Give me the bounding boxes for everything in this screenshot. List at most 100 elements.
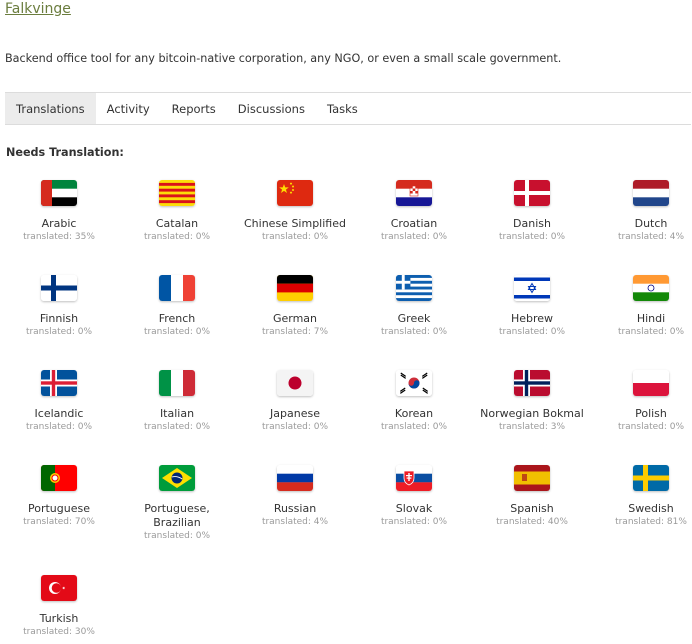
translation-progress: translated: 0% (25, 422, 93, 432)
language-card[interactable]: German translated: 7% (236, 275, 354, 338)
translation-progress: translated: 0% (143, 327, 211, 337)
translation-progress: translated: 0% (143, 422, 211, 432)
language-card[interactable]: Slovak translated: 0% (355, 465, 473, 528)
translation-progress: translated: 30% (23, 627, 95, 637)
slovakia-flag-icon (396, 465, 432, 491)
translation-progress: translated: 0% (617, 327, 685, 337)
language-name: Polish (635, 407, 667, 420)
iceland-flag-icon (41, 370, 77, 396)
language-name: Arabic (41, 217, 77, 230)
china-flag-icon (277, 180, 313, 206)
language-name: Croatian (390, 217, 438, 230)
language-card[interactable]: Greek translated: 0% (355, 275, 473, 338)
language-card[interactable]: Norwegian Bokmal translated: 3% (473, 370, 591, 433)
translation-progress: translated: 0% (380, 422, 448, 432)
language-name: Slovak (395, 502, 433, 515)
language-card[interactable]: Turkish translated: 30% (0, 575, 118, 638)
translation-progress: translated: 0% (617, 422, 685, 432)
translation-progress: translated: 40% (496, 517, 568, 527)
language-card[interactable]: Croatian translated: 0% (355, 180, 473, 243)
language-card[interactable]: Spanish translated: 40% (473, 465, 591, 528)
language-name: Chinese Simplified (244, 217, 346, 230)
language-grid: Arabic translated: 35% Catalan translated: … (0, 0, 692, 644)
language-card[interactable]: Polish translated: 0% (592, 370, 692, 433)
turkey-flag-icon (41, 575, 77, 601)
language-name: Japanese (270, 407, 320, 420)
language-card[interactable]: Russian translated: 4% (236, 465, 354, 528)
translation-progress: translated: 0% (380, 517, 448, 527)
translation-progress: translated: 81% (615, 517, 687, 527)
greece-flag-icon (396, 275, 432, 301)
germany-flag-icon (277, 275, 313, 301)
language-card[interactable]: Icelandic translated: 0% (0, 370, 118, 433)
translation-progress: translated: 0% (261, 232, 329, 242)
language-name: German (272, 312, 318, 325)
language-card[interactable]: Dutch translated: 4% (592, 180, 692, 243)
translation-progress: translated: 0% (261, 422, 329, 432)
translation-progress: translated: 4% (617, 232, 685, 242)
language-card[interactable]: Catalan translated: 0% (118, 180, 236, 243)
language-card[interactable]: Arabic translated: 35% (0, 180, 118, 243)
language-card[interactable]: Hebrew translated: 0% (473, 275, 591, 338)
translation-progress: translated: 0% (143, 531, 211, 541)
norway-flag-icon (514, 370, 550, 396)
france-flag-icon (159, 275, 195, 301)
language-card[interactable]: Italian translated: 0% (118, 370, 236, 433)
language-name: Turkish (39, 612, 79, 625)
language-card[interactable]: Finnish translated: 0% (0, 275, 118, 338)
language-card[interactable]: Chinese Simplified translated: 0% (236, 180, 354, 243)
sweden-flag-icon (633, 465, 669, 491)
translation-progress: translated: 0% (380, 232, 448, 242)
language-card[interactable]: French translated: 0% (118, 275, 236, 338)
language-name: Portuguese, Brazilian (144, 502, 210, 529)
japan-flag-icon (277, 370, 313, 396)
translation-progress: translated: 0% (25, 327, 93, 337)
catalan-flag-icon (159, 180, 195, 206)
language-name: Danish (513, 217, 551, 230)
language-name: Greek (397, 312, 431, 325)
croatia-flag-icon (396, 180, 432, 206)
portugal-flag-icon (41, 465, 77, 491)
language-name: Portuguese (28, 502, 90, 515)
language-name: French (158, 312, 196, 325)
language-name: Icelandic (34, 407, 84, 420)
language-card[interactable]: Hindi translated: 0% (592, 275, 692, 338)
finland-flag-icon (41, 275, 77, 301)
language-card[interactable]: Portuguese translated: 70% (0, 465, 118, 528)
language-name: Norwegian Bokmal (480, 407, 584, 420)
korea-flag-icon (396, 370, 432, 396)
translation-progress: translated: 70% (23, 517, 95, 527)
language-name: Korean (394, 407, 434, 420)
brazil-flag-icon (159, 465, 195, 491)
translation-progress: translated: 35% (23, 232, 95, 242)
language-name: Hindi (636, 312, 666, 325)
language-name: Spanish (510, 502, 554, 515)
language-name: Catalan (155, 217, 199, 230)
arabic-flag-icon (41, 180, 77, 206)
italy-flag-icon (159, 370, 195, 396)
language-card[interactable]: Swedish translated: 81% (592, 465, 692, 528)
india-flag-icon (633, 275, 669, 301)
russia-flag-icon (277, 465, 313, 491)
translation-progress: translated: 0% (143, 232, 211, 242)
language-card[interactable]: Japanese translated: 0% (236, 370, 354, 433)
translation-progress: translated: 0% (380, 327, 448, 337)
language-name: Italian (159, 407, 195, 420)
translation-progress: translated: 7% (261, 327, 329, 337)
translation-progress: translated: 3% (498, 422, 566, 432)
language-name: Russian (273, 502, 317, 515)
israel-flag-icon (514, 275, 550, 301)
denmark-flag-icon (514, 180, 550, 206)
language-card[interactable]: Portuguese, Brazilian translated: 0% (118, 465, 236, 542)
language-card[interactable]: Korean translated: 0% (355, 370, 473, 433)
language-name: Dutch (634, 217, 668, 230)
translation-progress: translated: 0% (498, 327, 566, 337)
translation-progress: translated: 4% (261, 517, 329, 527)
language-name: Finnish (39, 312, 79, 325)
netherlands-flag-icon (633, 180, 669, 206)
language-name: Hebrew (510, 312, 554, 325)
spain-flag-icon (514, 465, 550, 491)
language-card[interactable]: Danish translated: 0% (473, 180, 591, 243)
poland-flag-icon (633, 370, 669, 396)
language-name: Swedish (628, 502, 674, 515)
